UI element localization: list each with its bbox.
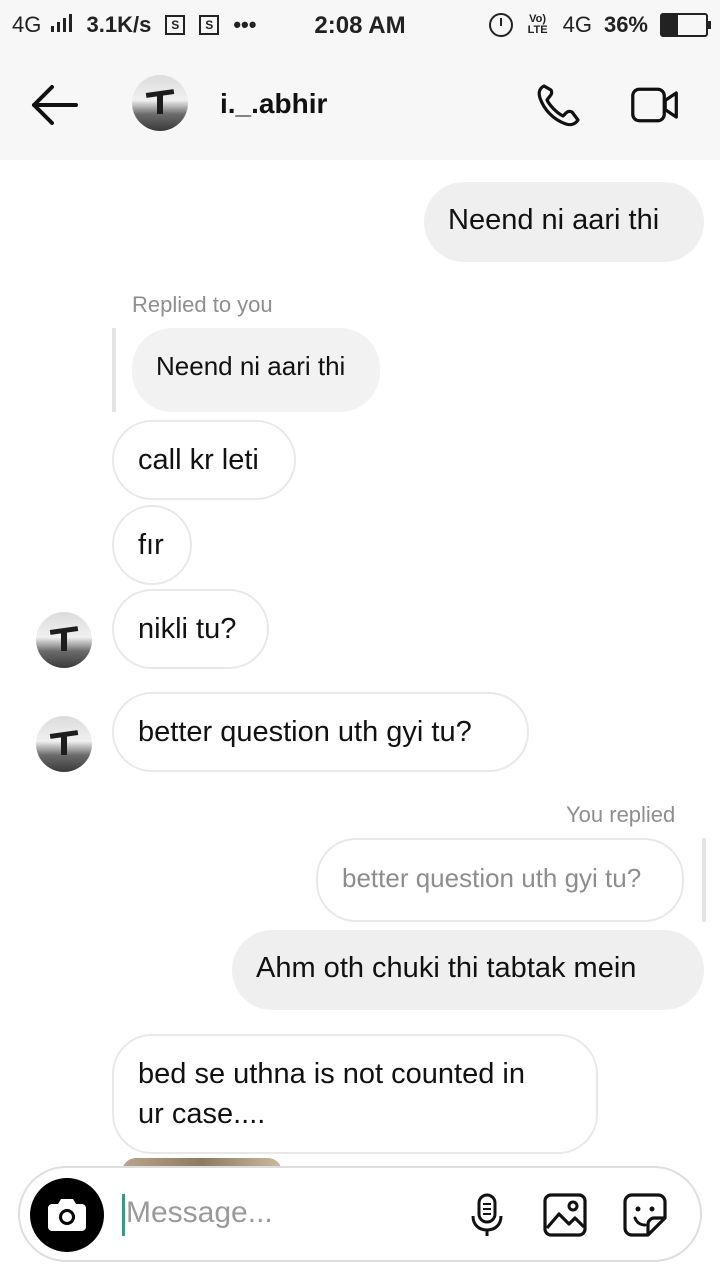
message-outgoing[interactable]: Ahm oth chuki thi tabtak mein [232, 930, 704, 1010]
quoted-text: Neend ni aari thi [156, 351, 346, 381]
message-text: Ahm oth chuki thi tabtak mein [256, 952, 637, 984]
message-incoming[interactable]: better question uth gyi tu? [112, 692, 529, 772]
reply-indicator-bar [702, 838, 706, 922]
sender-avatar[interactable] [36, 612, 92, 668]
message-incoming[interactable]: call kr leti [112, 420, 296, 500]
battery-icon [660, 13, 711, 37]
message-text: better question uth gyi tu? [138, 716, 472, 748]
reply-indicator-bar [112, 328, 116, 412]
message-input[interactable]: Message... [126, 1196, 273, 1230]
message-composer: Message... [18, 1166, 702, 1262]
phone-icon[interactable] [532, 80, 582, 130]
camera-button[interactable] [30, 1178, 104, 1252]
arrow-left-icon[interactable] [30, 82, 80, 128]
microphone-icon[interactable] [464, 1192, 510, 1238]
message-incoming[interactable]: fır [112, 505, 192, 585]
message-outgoing[interactable]: Neend ni aari thi [424, 182, 704, 262]
network-4g-label: 4G [562, 12, 592, 37]
reply-quote-bubble[interactable]: better question uth gyi tu? [316, 838, 684, 922]
sticker-icon[interactable] [622, 1192, 668, 1238]
replied-to-you-label: Replied to you [132, 292, 273, 317]
status-bar: 4G 3.1K/s S S ••• 2:08 AM Vo) LTE 4G 36% [0, 0, 720, 50]
status-right: Vo) LTE 4G 36% [488, 12, 711, 38]
alarm-icon [488, 13, 513, 37]
you-replied-label: You replied [566, 802, 676, 827]
message-text: fır [138, 529, 164, 561]
message-text-line: ur case.... [138, 1098, 266, 1130]
message-incoming[interactable]: nikli tu? [112, 589, 269, 669]
message-text: Neend ni aari thi [448, 204, 660, 236]
chat-header: i._.abhir [0, 50, 720, 160]
image-icon[interactable] [542, 1192, 588, 1238]
message-text-line: bed se uthna is not counted in [138, 1058, 525, 1090]
video-camera-icon[interactable] [630, 80, 680, 130]
chat-username[interactable]: i._.abhir [220, 88, 327, 120]
message-text: nikli tu? [138, 613, 237, 645]
battery-percent: 36% [603, 12, 648, 37]
sender-avatar[interactable] [36, 716, 92, 772]
header-avatar[interactable] [132, 75, 188, 131]
quoted-text: better question uth gyi tu? [342, 863, 642, 893]
volte-icon: Vo) LTE [527, 13, 548, 36]
camera-icon [48, 1199, 86, 1231]
text-cursor [122, 1194, 125, 1236]
message-incoming[interactable]: bed se uthna is not counted in ur case..… [112, 1034, 598, 1154]
reply-quote-bubble[interactable]: Neend ni aari thi [132, 328, 380, 412]
message-text: call kr leti [138, 444, 259, 476]
